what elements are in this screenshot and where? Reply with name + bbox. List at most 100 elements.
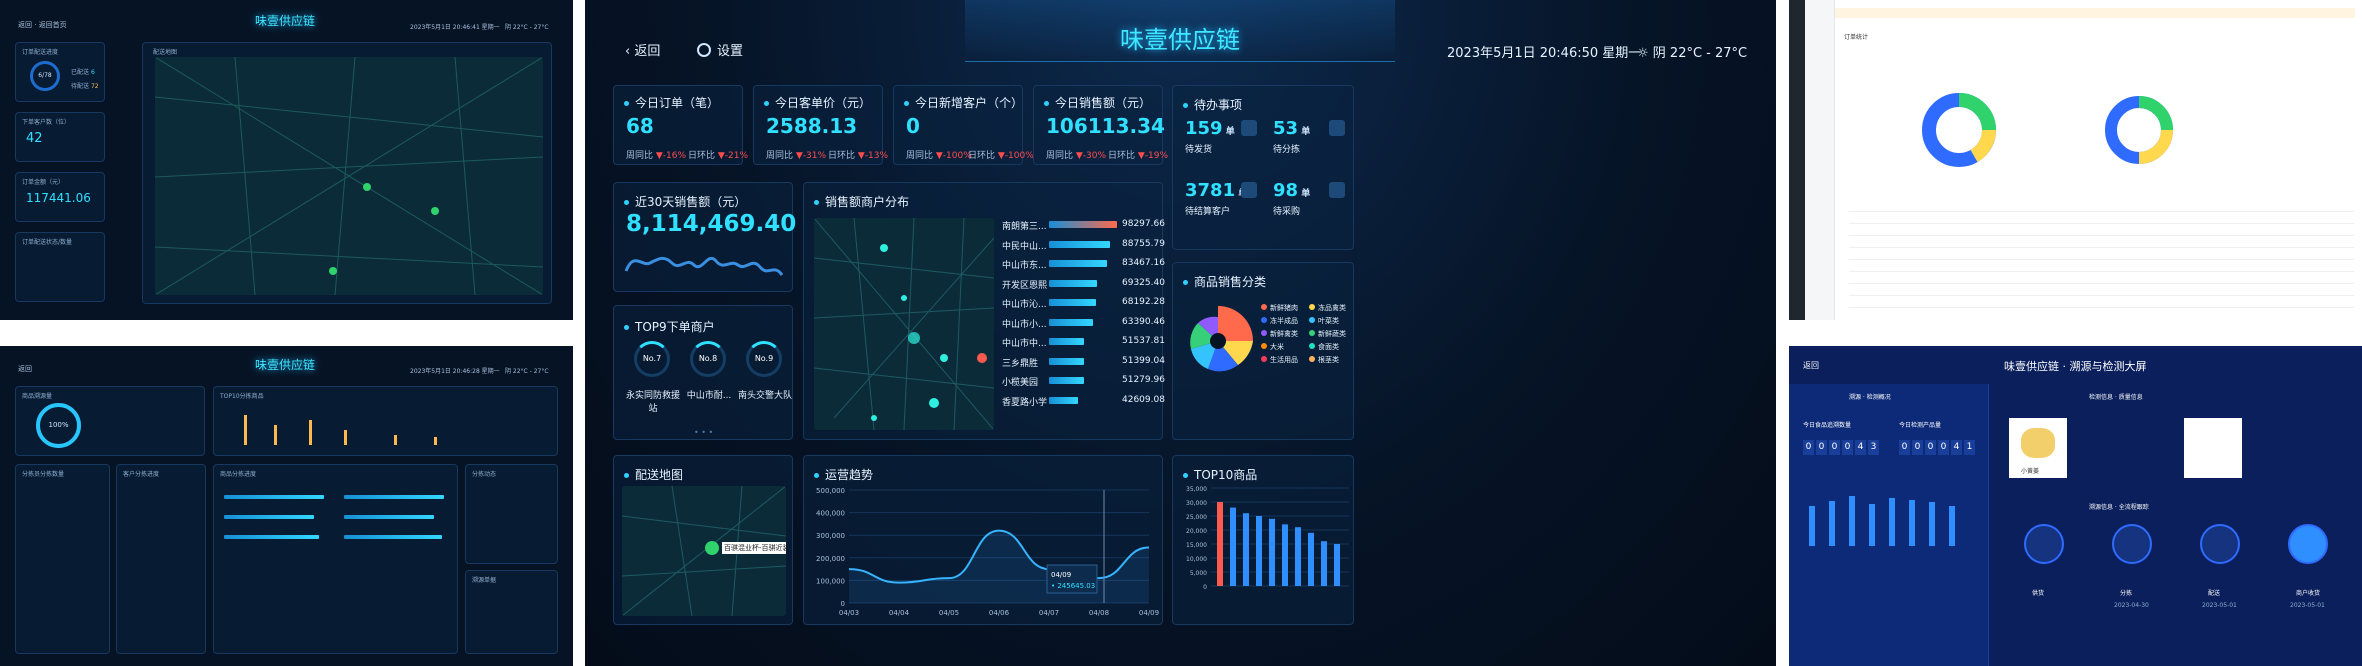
category-legend-item: 新鲜禽类 bbox=[1261, 329, 1298, 339]
trend-card: 运营趋势 500,000 400,000 300,000 200,000 100,000… bbox=[803, 455, 1163, 625]
bl-sorter-card: 分拣员分拣数量 bbox=[15, 464, 110, 654]
counter-digit: 0 bbox=[1816, 440, 1827, 455]
trend-ytick: 0 bbox=[841, 600, 845, 608]
trend-tooltip-date: 04/09 bbox=[1051, 571, 1071, 579]
top9-name: 南头交警大队 bbox=[738, 391, 793, 401]
gear-icon bbox=[697, 43, 711, 57]
bl-trace-card: 商品溯源量 100% bbox=[15, 386, 205, 456]
kpi-value: 68 bbox=[626, 114, 654, 138]
sales30-card: 近30天销售额（元） 8,114,469.40 bbox=[613, 182, 797, 292]
kpi-dod: 日环比 ▼-100% bbox=[968, 151, 1034, 161]
todo-card: 待办事项 159 单待发货 53 单待分拣 3781 单待结算客户 98 单待采购 bbox=[1172, 85, 1354, 250]
top9-ring: No.9 bbox=[746, 341, 782, 377]
counter-digit: 0 bbox=[1938, 440, 1949, 455]
top9-card: TOP9下单商户 No.7 永实同防救援站 No.8 中山市耐... No.9 南头交警大… bbox=[613, 305, 793, 440]
tr-admin: 订单统计 bbox=[1789, 0, 2362, 320]
dist-name: 三乡鼎胜 bbox=[1002, 358, 1039, 369]
kpi-value: 2588.13 bbox=[766, 114, 858, 138]
top10-ytick: 15,000 bbox=[1186, 542, 1207, 549]
top10-ytick: 0 bbox=[1203, 584, 1207, 591]
tl-map-card: 配送地图 bbox=[142, 42, 552, 304]
datetime: 2023年5月1日 20:46:50 星期一 bbox=[1447, 46, 1642, 61]
cat-rose-chart bbox=[1190, 306, 1253, 372]
settings-button[interactable]: 设置 bbox=[697, 40, 743, 59]
top10-bar bbox=[1282, 524, 1288, 586]
kpi-label: 今日订单（笔） bbox=[624, 94, 719, 111]
main-dashboard: ‹ 返回 设置 味壹供应链 2023年5月1日 20:46:50 星期一 ☼ 阴… bbox=[585, 0, 1776, 666]
todo-value: 98 单 bbox=[1273, 180, 1311, 201]
carousel-dots[interactable]: • • • bbox=[694, 428, 713, 437]
tl-title: 味壹供应链 bbox=[255, 14, 316, 28]
trend-chart: 500,000400,000300,000200,000100,000004/0… bbox=[816, 487, 1159, 617]
top10-bar bbox=[1308, 532, 1314, 586]
step-name: 分拣 bbox=[2120, 590, 2133, 597]
bl-title: 味壹供应链 bbox=[255, 358, 316, 372]
delivery-card: 配送地图 百骐混业杯-百骐近装-黄沙 bbox=[613, 455, 793, 625]
todo-value: 53 单 bbox=[1273, 118, 1311, 139]
kpi-dod: 日环比 ▼-19% bbox=[1108, 151, 1169, 161]
top10-card: TOP10商品 35,000 30,000 25,000 20,000 15,000 10… bbox=[1172, 455, 1354, 625]
trend-xtick: 04/04 bbox=[889, 609, 910, 617]
page-title: 味壹供应链 bbox=[1120, 26, 1240, 54]
kpi-value: 0 bbox=[906, 114, 920, 138]
kpi-wow: 周同比 ▼-31% bbox=[766, 151, 827, 161]
top10-bar bbox=[1230, 507, 1236, 586]
kpi-card: 今日销售额（元） 106113.34 周同比 ▼-30% 日环比 ▼-19% bbox=[1033, 85, 1168, 165]
dist-value: 51537.81 bbox=[1122, 336, 1165, 346]
dist-title: 销售额商户分布 bbox=[814, 193, 909, 210]
top10-bar bbox=[1334, 544, 1340, 586]
bl-back[interactable]: 返回 bbox=[18, 364, 32, 374]
trend-ytick: 100,000 bbox=[816, 577, 845, 585]
step-name: 供货 bbox=[2032, 590, 2045, 597]
counter-digit: 0 bbox=[1912, 440, 1923, 455]
kpi-card: 今日客单价（元） 2588.13 周同比 ▼-31% 日环比 ▼-13% bbox=[753, 85, 888, 165]
todo-label: 待分拣 bbox=[1273, 145, 1301, 155]
tl-status-card: 订单配送状态/数量 bbox=[15, 232, 105, 302]
counter-digit: 0 bbox=[1842, 440, 1853, 455]
todo-label: 待结算客户 bbox=[1185, 207, 1231, 217]
counter-digit: 0 bbox=[1803, 440, 1814, 455]
top9-title: TOP9下单商户 bbox=[624, 318, 715, 335]
dist-bar bbox=[1049, 377, 1085, 384]
counter-digit: 0 bbox=[1899, 440, 1910, 455]
back-button[interactable]: ‹ 返回 bbox=[625, 40, 660, 59]
top10-ytick: 25,000 bbox=[1186, 514, 1207, 521]
dist-name: 小榄美园 bbox=[1002, 378, 1039, 388]
tr-sidebar[interactable] bbox=[1789, 0, 1805, 320]
todo-icon bbox=[1329, 120, 1345, 136]
tr-donut-1 bbox=[1922, 93, 1997, 167]
tl-back[interactable]: 返回 · 返回首页 bbox=[18, 20, 67, 30]
dist-card: 销售额商户分布 南朗第三... 98297.66 中民中山... 88755.79 中山… bbox=[803, 182, 1165, 440]
category-legend-item: 食面类 bbox=[1309, 342, 1339, 352]
trend-ytick: 300,000 bbox=[816, 532, 845, 540]
top10-bar bbox=[1217, 502, 1223, 586]
br-back[interactable]: 返回 bbox=[1803, 360, 1819, 371]
dist-name: 开发区恩熙 bbox=[1002, 280, 1048, 291]
dist-bar bbox=[1049, 299, 1096, 306]
cat-card: 商品销售分类 新鲜猪肉 冻品禽类 冻半成品 叶菜类 新鲜禽类 新鲜蔬类 大米 食面类 生活用品 根… bbox=[1172, 262, 1354, 440]
top10-bar bbox=[1256, 516, 1262, 586]
sales30-value: 8,114,469.40 bbox=[626, 211, 797, 237]
counter-digit: 1 bbox=[1964, 440, 1975, 455]
delivery-title: 配送地图 bbox=[624, 466, 683, 483]
counter-digit: 0 bbox=[1925, 440, 1936, 455]
sales30-sparkline bbox=[624, 256, 784, 276]
trend-tooltip-value: • 245645.03 bbox=[1051, 582, 1095, 590]
tl-amount-card: 订单金额（元） 117441.06 bbox=[15, 172, 105, 222]
top10-bar bbox=[1295, 527, 1301, 586]
step-name: 配送 bbox=[2208, 590, 2221, 597]
todo-icon bbox=[1241, 120, 1257, 136]
dist-name: 中山市中... bbox=[1002, 339, 1047, 349]
todo-icon bbox=[1241, 182, 1257, 198]
tr-table bbox=[1849, 200, 2354, 315]
tr-donut-2 bbox=[2105, 96, 2173, 164]
todo-icon bbox=[1329, 182, 1345, 198]
top10-ytick: 30,000 bbox=[1186, 500, 1207, 507]
trend-xtick: 04/05 bbox=[939, 609, 959, 617]
todo-value: 159 单 bbox=[1185, 118, 1235, 139]
step-icon bbox=[2112, 524, 2152, 564]
step-icon bbox=[2288, 524, 2328, 564]
sun-icon: ☼ bbox=[1637, 46, 1653, 61]
top9-ring: No.8 bbox=[690, 341, 726, 377]
dist-value: 88755.79 bbox=[1122, 238, 1165, 249]
